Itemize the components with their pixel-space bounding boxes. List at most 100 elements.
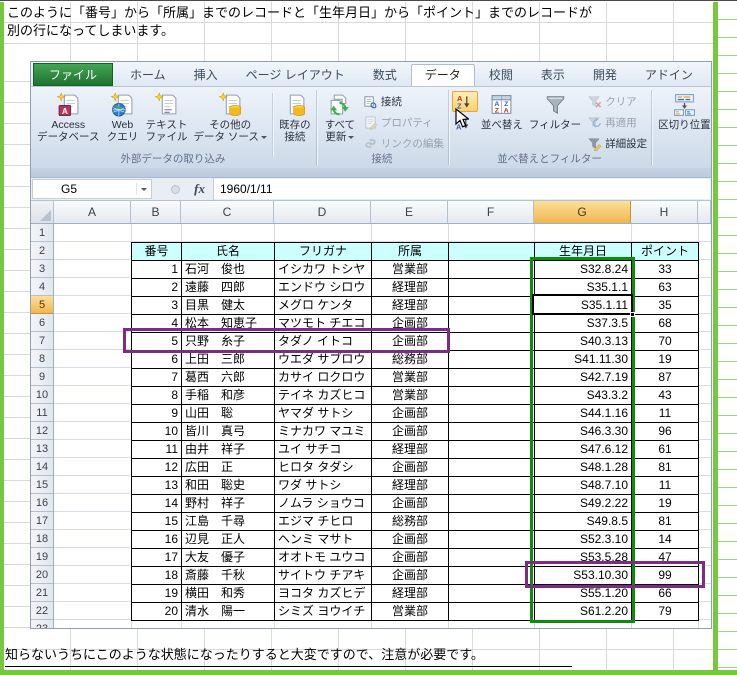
- cell-blank[interactable]: [449, 531, 535, 549]
- cell-dept[interactable]: 経理部: [372, 279, 449, 297]
- cell-num[interactable]: 4: [132, 315, 182, 333]
- tab-data[interactable]: データ: [411, 64, 475, 86]
- cell-dept[interactable]: 企画部: [372, 549, 449, 567]
- cell-points[interactable]: 35: [632, 297, 699, 315]
- row-header-21[interactable]: 21: [31, 584, 53, 602]
- cell-num[interactable]: 1: [132, 261, 182, 279]
- cell-dept[interactable]: 企画部: [372, 333, 449, 351]
- cell-blank[interactable]: [449, 261, 535, 279]
- tab-page-layout[interactable]: ページ レイアウト: [232, 64, 359, 86]
- name-box-dropdown[interactable]: [136, 183, 149, 195]
- column-header-F[interactable]: F: [448, 201, 534, 223]
- filter-button[interactable]: フィルター: [526, 90, 584, 148]
- cell-blank[interactable]: [449, 585, 535, 603]
- cell-points[interactable]: 61: [632, 441, 699, 459]
- text-to-columns-button[interactable]: 区切り位置: [655, 90, 711, 148]
- cell-blank[interactable]: [449, 603, 535, 621]
- row-header-8[interactable]: 8: [31, 350, 53, 368]
- cell-dept[interactable]: 経理部: [372, 441, 449, 459]
- cell-kana[interactable]: テイネ カズヒコ: [275, 387, 372, 405]
- cell-blank[interactable]: [449, 513, 535, 531]
- cell-kana[interactable]: ノムラ ショウコ: [275, 495, 372, 513]
- row-header-15[interactable]: 15: [31, 476, 53, 494]
- tab-view[interactable]: 表示: [527, 64, 579, 86]
- table-header-points[interactable]: ポイント: [632, 243, 699, 261]
- tab-developer[interactable]: 開発: [579, 64, 631, 86]
- cell-blank[interactable]: [449, 315, 535, 333]
- cell-dept[interactable]: 営業部: [372, 369, 449, 387]
- cell-num[interactable]: 14: [132, 495, 182, 513]
- cell-dept[interactable]: 経理部: [372, 585, 449, 603]
- cell-dept[interactable]: 企画部: [372, 459, 449, 477]
- cell-blank[interactable]: [449, 405, 535, 423]
- cell-kana[interactable]: エンドウ シロウ: [275, 279, 372, 297]
- cell-dept[interactable]: 企画部: [372, 423, 449, 441]
- cell-birth[interactable]: S32.8.24: [535, 261, 632, 279]
- cell-kana[interactable]: ワダ サトシ: [275, 477, 372, 495]
- cell-points[interactable]: 14: [632, 531, 699, 549]
- row-header-3[interactable]: 3: [31, 260, 53, 278]
- tab-insert[interactable]: 挿入: [180, 64, 232, 86]
- cell-dept[interactable]: 企画部: [372, 405, 449, 423]
- cell-points[interactable]: 19: [632, 351, 699, 369]
- clear-button[interactable]: クリア: [584, 91, 650, 112]
- column-header-G[interactable]: G: [534, 201, 631, 223]
- cell-points[interactable]: 68: [632, 315, 699, 333]
- cell-points[interactable]: 99: [632, 567, 699, 585]
- cell-blank[interactable]: [449, 279, 535, 297]
- cell-kana[interactable]: ヒロタ タダシ: [275, 459, 372, 477]
- column-header-H[interactable]: H: [631, 201, 698, 223]
- cell-dept[interactable]: 企画部: [372, 315, 449, 333]
- cell-num[interactable]: 10: [132, 423, 182, 441]
- column-header-C[interactable]: C: [181, 201, 274, 223]
- cell-name[interactable]: 江島 千尋: [182, 513, 275, 531]
- column-header-partial[interactable]: [698, 201, 711, 223]
- column-header-A[interactable]: A: [54, 201, 131, 223]
- cell-points[interactable]: 11: [632, 405, 699, 423]
- cell-blank[interactable]: [449, 441, 535, 459]
- row-header-20[interactable]: 20: [31, 566, 53, 584]
- cell-points[interactable]: 47: [632, 549, 699, 567]
- cell-blank[interactable]: [449, 567, 535, 585]
- tab-review[interactable]: 校閲: [475, 64, 527, 86]
- cell-name[interactable]: 由井 祥子: [182, 441, 275, 459]
- column-header-D[interactable]: D: [274, 201, 371, 223]
- row-header-4[interactable]: 4: [31, 278, 53, 296]
- cell-name[interactable]: 上田 三郎: [182, 351, 275, 369]
- cell-name[interactable]: 山田 聡: [182, 405, 275, 423]
- cell-num[interactable]: 15: [132, 513, 182, 531]
- cell-birth[interactable]: S46.3.30: [535, 423, 632, 441]
- cell-birth[interactable]: S42.7.19: [535, 369, 632, 387]
- cell-blank[interactable]: [449, 423, 535, 441]
- table-header-birth[interactable]: 生年月日: [535, 243, 632, 261]
- cell-birth[interactable]: S37.3.5: [535, 315, 632, 333]
- cell-blank[interactable]: [449, 549, 535, 567]
- cell-points[interactable]: 43: [632, 387, 699, 405]
- access-db-button[interactable]: AAccessデータベース: [34, 90, 102, 148]
- cell-name[interactable]: 手稲 和彦: [182, 387, 275, 405]
- cell-name[interactable]: 斎藤 千秋: [182, 567, 275, 585]
- sort-asc-button[interactable]: AZ: [452, 91, 478, 112]
- row-header-19[interactable]: 19: [31, 548, 53, 566]
- row-header-9[interactable]: 9: [31, 368, 53, 386]
- row-header-5[interactable]: 5: [31, 296, 53, 314]
- cell-kana[interactable]: イシカワ トシヤ: [275, 261, 372, 279]
- cell-num[interactable]: 2: [132, 279, 182, 297]
- select-all-corner[interactable]: [31, 201, 54, 223]
- cell-kana[interactable]: タダノ イトコ: [275, 333, 372, 351]
- cell-kana[interactable]: エジマ チヒロ: [275, 513, 372, 531]
- cell-dept[interactable]: 総務部: [372, 513, 449, 531]
- cell-dept[interactable]: 経理部: [372, 297, 449, 315]
- cell-kana[interactable]: ヘンミ マサト: [275, 531, 372, 549]
- tab-formulas[interactable]: 数式: [359, 64, 411, 86]
- cell-blank[interactable]: [449, 495, 535, 513]
- cell-num[interactable]: 18: [132, 567, 182, 585]
- row-header-13[interactable]: 13: [31, 440, 53, 458]
- cell-kana[interactable]: ユイ サチコ: [275, 441, 372, 459]
- sort-desc-button[interactable]: ZA: [452, 112, 478, 133]
- row-header-6[interactable]: 6: [31, 314, 53, 332]
- cell-blank[interactable]: [449, 477, 535, 495]
- column-header-B[interactable]: B: [131, 201, 181, 223]
- cell-name[interactable]: 目黒 健太: [182, 297, 275, 315]
- row-header-16[interactable]: 16: [31, 494, 53, 512]
